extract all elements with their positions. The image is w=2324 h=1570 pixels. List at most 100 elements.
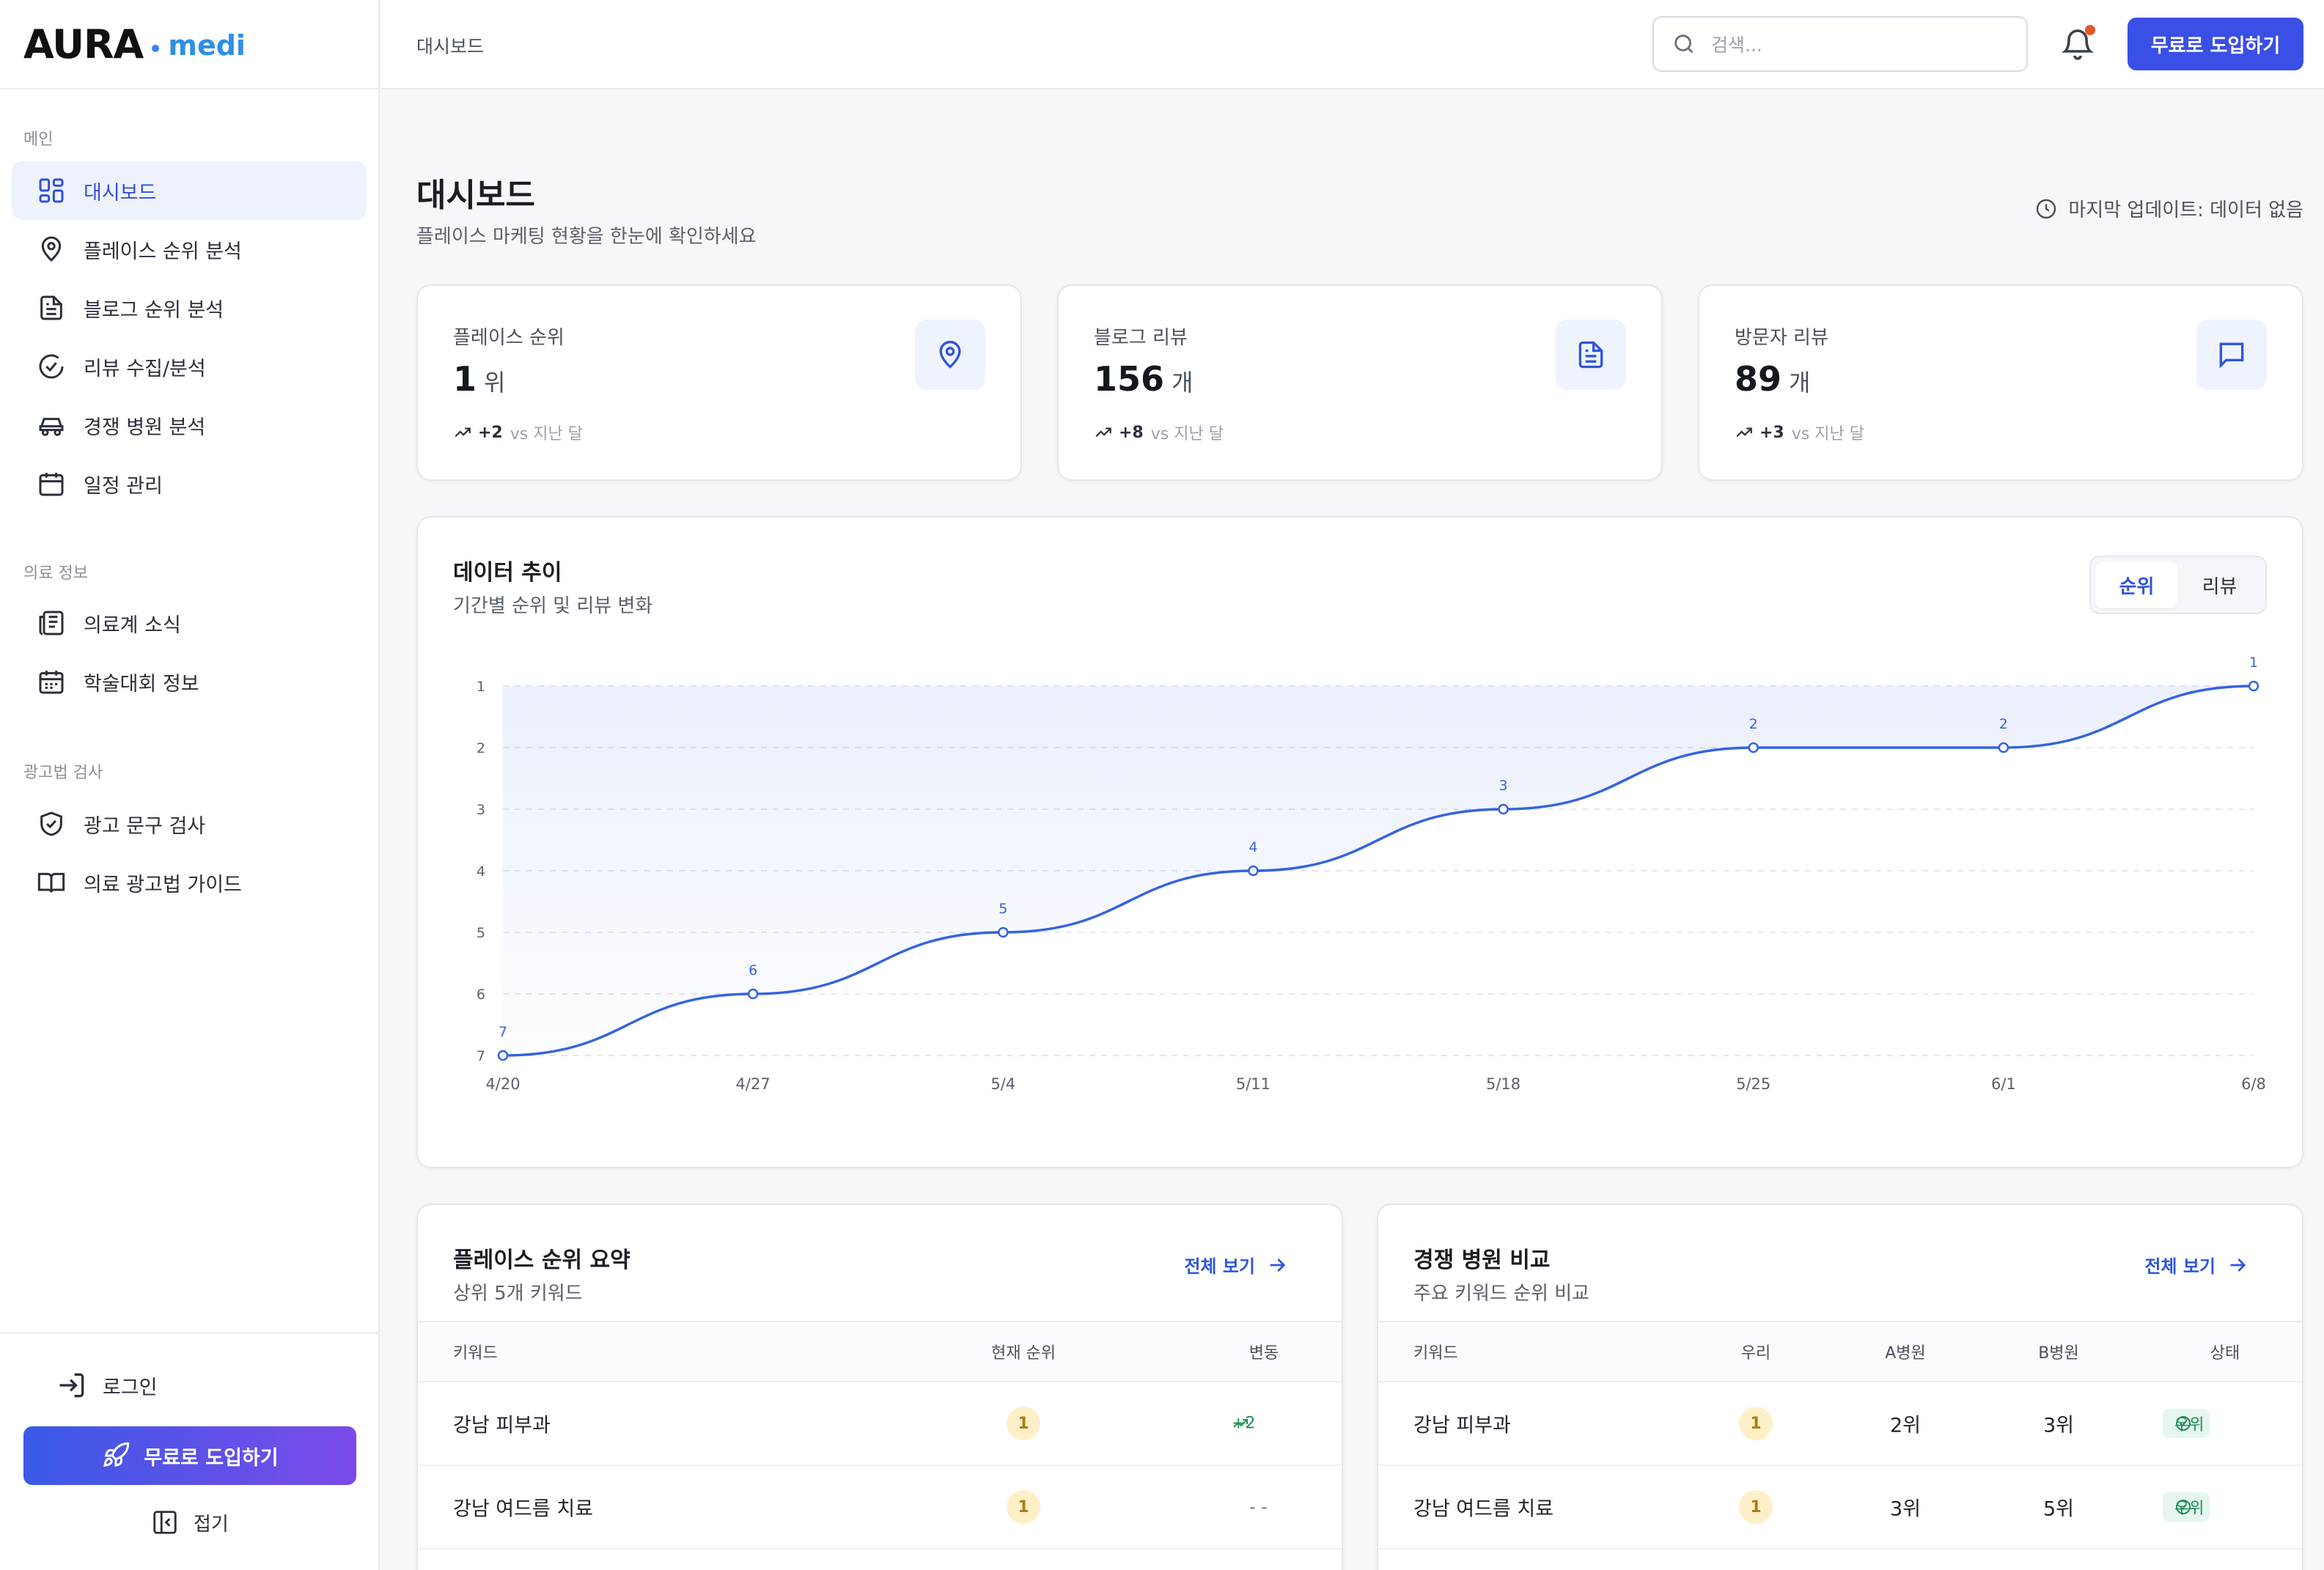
sidebar-item-reviews[interactable]: 리뷰 수집/분석 <box>12 337 367 396</box>
search-placeholder: 검색... <box>1711 34 1762 56</box>
stat-unit: 위 <box>484 369 506 397</box>
rank-trend-chart: 123456774/2064/2755/445/1135/1825/2526/1… <box>477 655 2266 1093</box>
stat-number: 1 <box>453 359 477 399</box>
view-all-label: 전체 보기 <box>2144 1256 2215 1277</box>
sidebar-item-label: 일정 관리 <box>84 474 163 498</box>
stat-value: 156 개 <box>1094 359 1193 399</box>
table-row[interactable]: 강남 피부과 1 2위 3위 우위 <box>1378 1382 2302 1466</box>
table-row[interactable]: 강남 여드름 치료 1 - - <box>418 1466 1342 1549</box>
competitor-view-all[interactable]: 전체 보기 <box>2144 1252 2249 1278</box>
stat-delta-value: +2 <box>478 423 503 442</box>
stat-number: 89 <box>1735 359 1782 399</box>
sidebar-item-blog-rank[interactable]: 블로그 순위 분석 <box>12 279 367 337</box>
stat-unit: 개 <box>1172 369 1194 397</box>
nav-section-main: 메인 <box>23 130 54 149</box>
x-tick-label: 5/11 <box>1236 1075 1271 1093</box>
free-trial-sidebar-button[interactable]: 무료로 도입하기 <box>23 1426 356 1485</box>
stat-card-place-rank[interactable]: 플레이스 순위 1위 +2 vs 지난 달 <box>416 284 1022 481</box>
data-point <box>747 988 759 1000</box>
stat-card-visitor-reviews[interactable]: 방문자 리뷰 89 개 +3 vs 지난 달 <box>1698 284 2303 481</box>
col-ours: 우리 <box>1740 1344 1771 1363</box>
sidebar-item-label: 학술대회 정보 <box>84 672 199 696</box>
hospital-a-cell: 3위 <box>1889 1497 1922 1521</box>
data-label: 5 <box>999 901 1007 917</box>
brand-logo[interactable]: AURA medi <box>0 0 378 89</box>
search-input[interactable]: 검색... <box>1652 16 2028 72</box>
y-tick-label: 3 <box>477 802 485 818</box>
place-summary-view-all[interactable]: 전체 보기 <box>1184 1252 1289 1278</box>
sidebar-item-ad-guide[interactable]: 의료 광고법 가이드 <box>12 853 367 912</box>
dashboard-icon <box>39 178 64 203</box>
data-label: 3 <box>1499 778 1508 794</box>
sidebar-item-schedule[interactable]: 일정 관리 <box>12 454 367 513</box>
map-pin-icon <box>939 340 961 369</box>
data-label: 2 <box>1999 716 2008 732</box>
data-point <box>497 1050 509 1061</box>
car-icon <box>39 418 64 436</box>
chat-icon <box>2219 342 2244 369</box>
stat-delta-value: +8 <box>1119 423 1144 442</box>
topbar: 대시보드 검색... 무료로 도입하기 <box>381 0 2324 89</box>
sidebar-item-label: 플레이스 순위 분석 <box>84 240 242 263</box>
stat-delta: +2 vs 지난 달 <box>453 421 583 444</box>
trend-up-icon <box>1095 427 1111 438</box>
trend-card: 데이터 추이 기간별 순위 및 리뷰 변화 순위 리뷰 1 2 3 4 5 6 7 7 4/20… <box>416 516 2303 1168</box>
x-tick-label: 5/4 <box>990 1075 1015 1093</box>
stat-icon-box <box>1556 320 1626 390</box>
panel-collapse-icon <box>153 1511 177 1534</box>
notification-dot <box>2085 25 2095 35</box>
data-point <box>998 926 1009 938</box>
trend-up-icon <box>1736 427 1752 438</box>
nav-section-medical: 의료 정보 <box>23 564 88 583</box>
calendar-icon <box>39 473 64 496</box>
data-point <box>1998 742 2009 753</box>
table-row[interactable]: 강남 여드름 치료 1 3위 5위 우위 <box>1378 1466 2302 1549</box>
x-tick-label: 6/1 <box>1991 1075 2016 1093</box>
keyword-cell: 강남 피부과 <box>1413 1414 1511 1437</box>
x-tick-label: 5/18 <box>1486 1075 1520 1093</box>
clock-icon <box>2037 199 2056 218</box>
x-tick-label: 4/27 <box>736 1075 771 1093</box>
free-trial-top-button[interactable]: 무료로 도입하기 <box>2128 18 2303 70</box>
brand-dot <box>152 45 160 52</box>
brand-sub: medi <box>168 29 246 62</box>
data-label: 4 <box>1249 839 1257 855</box>
table-row[interactable]: 강남 피부과 1 +2 <box>418 1382 1342 1466</box>
free-trial-label: 무료로 도입하기 <box>144 1446 279 1470</box>
hospital-b-cell: 5위 <box>2042 1497 2075 1521</box>
sidebar-item-medical-news[interactable]: 의료계 소식 <box>12 594 367 652</box>
stat-number: 156 <box>1094 359 1165 399</box>
last-updated: 마지막 업데이트: 데이터 없음 <box>2034 195 2303 222</box>
col-status: 상태 <box>2210 1344 2240 1363</box>
data-label: 6 <box>749 962 757 979</box>
collapse-sidebar-button[interactable]: 접기 <box>151 1508 229 1536</box>
stat-value: 89 개 <box>1735 359 1810 399</box>
sidebar-item-label: 광고 문구 검사 <box>84 814 206 838</box>
stat-delta: +8 vs 지난 달 <box>1094 421 1224 444</box>
sidebar-item-competitor[interactable]: 경쟁 병원 분석 <box>12 396 367 454</box>
keyword-cell: 강남 피부과 <box>453 1414 551 1437</box>
y-tick-label: 5 <box>477 925 485 941</box>
stat-delta: +3 vs 지난 달 <box>1735 421 1864 444</box>
stat-card-blog-reviews[interactable]: 블로그 리뷰 156 개 +8 vs 지난 달 <box>1057 284 1663 481</box>
search-icon <box>1674 34 1694 54</box>
place-summary-card: 플레이스 순위 요약 상위 5개 키워드 전체 보기 키워드 현재 순위 변동 … <box>416 1204 1343 1570</box>
sidebar-item-conference[interactable]: 학술대회 정보 <box>12 652 367 711</box>
notifications-button[interactable] <box>2060 25 2095 62</box>
rank-badge: 1 <box>1739 1490 1773 1524</box>
stat-icon-box <box>915 320 985 390</box>
rank-badge: 1 <box>1739 1407 1773 1440</box>
sidebar-item-dashboard[interactable]: 대시보드 <box>12 161 367 220</box>
stat-delta-vs: vs 지난 달 <box>1791 425 1864 443</box>
login-button[interactable]: 로그인 <box>56 1369 158 1401</box>
sidebar-item-ad-check[interactable]: 광고 문구 검사 <box>12 795 367 853</box>
status-badge: 우위 <box>2163 1492 2210 1522</box>
data-label: 2 <box>1749 716 1758 732</box>
trend-up-icon <box>455 427 471 438</box>
stat-label: 플레이스 순위 <box>453 327 565 349</box>
col-change: 변동 <box>1249 1344 1279 1363</box>
sidebar: AURA medi 메인 대시보드 플레이스 순위 분석 블로그 순위 분석 리… <box>0 0 380 1570</box>
sidebar-item-place-rank[interactable]: 플레이스 순위 분석 <box>12 220 367 279</box>
keyword-cell: 강남 여드름 치료 <box>453 1497 594 1521</box>
breadcrumb[interactable]: 대시보드 <box>416 32 484 59</box>
